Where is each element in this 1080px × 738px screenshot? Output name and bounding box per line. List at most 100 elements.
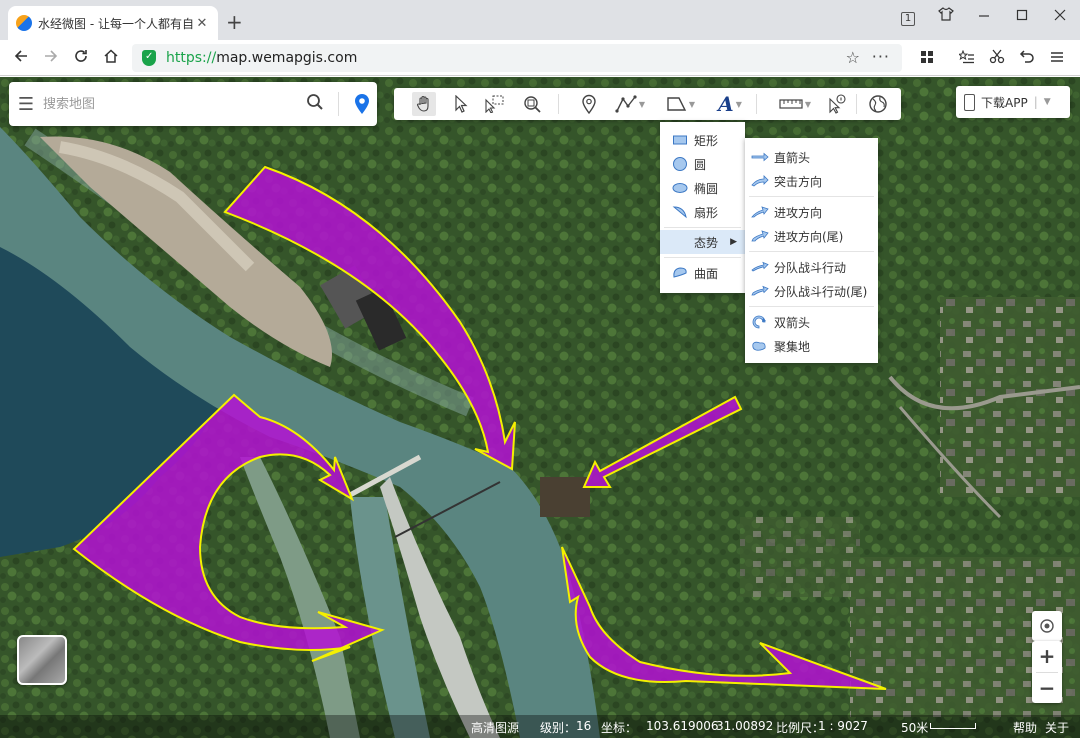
imagery-source[interactable]: 高清图源	[471, 719, 519, 736]
submenu-item-straight-arrow[interactable]: 直箭头	[745, 145, 878, 169]
select-pointer-icon[interactable]	[450, 92, 472, 116]
draw-polygon-icon[interactable]: ▼	[660, 92, 700, 116]
download-app-button[interactable]: 下载APP | ▼	[956, 86, 1070, 118]
submenu-item-squad-action-tail[interactable]: 分队战斗行动(尾)	[745, 279, 878, 303]
zoom-level-value: 16	[576, 719, 592, 733]
zoom-magnifier-icon[interactable]	[520, 92, 544, 116]
tab-count-button[interactable]: 1	[894, 6, 922, 28]
search-icon[interactable]	[300, 93, 330, 116]
submenu-item-assault-direction[interactable]: 突击方向	[745, 169, 878, 193]
submenu-item-label: 双箭头	[774, 315, 811, 330]
map-toolbar: ▼ ▼ A ▼ ▼	[394, 88, 901, 120]
basemap-switcher-thumbnail[interactable]	[17, 635, 67, 685]
help-link[interactable]: 帮助	[1013, 719, 1037, 736]
curved-surface-icon	[672, 266, 690, 280]
toolbar-divider	[756, 94, 757, 114]
url-scheme: https://	[166, 50, 217, 66]
measure-ruler-icon[interactable]: ▼	[774, 92, 816, 116]
tab-close-icon[interactable]: ✕	[194, 16, 210, 31]
phone-icon	[964, 93, 975, 111]
submenu-item-attack-direction[interactable]: 进攻方向	[745, 200, 878, 224]
menu-item-label: 矩形	[694, 133, 719, 148]
pan-hand-icon[interactable]	[412, 92, 436, 116]
situation-plot-layer	[72, 165, 887, 690]
menu-item-curved-surface[interactable]: 曲面	[660, 261, 745, 285]
menu-divider	[749, 196, 874, 197]
double-hook-arrow-west[interactable]	[72, 393, 385, 662]
situation-submenu: 直箭头 突击方向 进攻方向 进攻方向(尾) 分队战斗行动 分队战斗行动(尾) 双…	[745, 138, 878, 363]
longitude-value: 103.619006	[646, 719, 719, 733]
undo-icon[interactable]	[1016, 48, 1038, 70]
map-view[interactable]: ☰ ▼ ▼ A▼	[0, 77, 1080, 738]
toolbar-divider	[558, 94, 559, 114]
minimize-button[interactable]	[970, 6, 998, 28]
favorites-list-icon[interactable]	[956, 48, 978, 70]
menu-item-ellipse[interactable]: 椭圆	[660, 176, 745, 200]
submenu-item-squad-action[interactable]: 分队战斗行动	[745, 255, 878, 279]
zoom-in-button[interactable]: +	[1032, 641, 1062, 672]
submenu-item-label: 直箭头	[774, 150, 811, 165]
forward-button[interactable]	[40, 48, 62, 70]
submenu-item-label: 进攻方向	[774, 205, 823, 220]
location-pin-icon[interactable]	[347, 93, 377, 115]
hamburger-menu-icon[interactable]	[1046, 48, 1068, 70]
zoom-control: + −	[1032, 641, 1062, 703]
more-dots-icon[interactable]: ···	[872, 47, 890, 66]
zoom-out-button[interactable]: −	[1032, 673, 1062, 704]
squad-action-icon	[751, 261, 771, 273]
draw-polyline-icon[interactable]: ▼	[612, 92, 648, 116]
menu-item-label: 圆	[694, 157, 707, 172]
submenu-item-assembly-area[interactable]: 聚集地	[745, 334, 878, 358]
locate-me-button[interactable]	[1032, 611, 1062, 641]
search-divider	[338, 92, 339, 116]
menu-item-situation[interactable]: 态势 ▶	[660, 230, 745, 254]
shirt-skin-icon[interactable]	[932, 6, 960, 28]
screenshot-scissors-icon[interactable]	[986, 48, 1008, 70]
back-button[interactable]	[10, 48, 32, 70]
menu-divider	[664, 257, 741, 258]
download-divider: |	[1033, 95, 1038, 109]
straight-arrow-east[interactable]	[582, 395, 743, 488]
menu-item-sector[interactable]: 扇形	[660, 200, 745, 224]
scale-label: 比例尺：	[776, 721, 825, 735]
submenu-item-double-arrow[interactable]: 双箭头	[745, 310, 878, 334]
scale-bar	[930, 723, 976, 729]
url-host: map.wemapgis.com	[216, 50, 358, 66]
ellipse-icon	[672, 182, 690, 194]
text-label-icon[interactable]: A ▼	[712, 92, 748, 116]
straight-arrow-icon	[751, 152, 771, 162]
polygon-shape-menu: 矩形 圆 椭圆 扇形 态势 ▶ 曲面	[660, 122, 745, 293]
reload-button[interactable]	[70, 48, 92, 70]
home-button[interactable]	[100, 48, 122, 70]
menu-list-icon[interactable]: ☰	[9, 94, 43, 115]
place-marker-icon[interactable]	[578, 92, 600, 116]
scale-bar-label: 50米	[901, 721, 929, 735]
chevron-down-icon[interactable]: ▼	[1044, 97, 1051, 107]
search-panel: ☰	[9, 82, 377, 126]
menu-item-rectangle[interactable]: 矩形	[660, 128, 745, 152]
site-favicon-icon	[16, 15, 32, 31]
download-app-label: 下载APP	[981, 95, 1028, 110]
close-window-button[interactable]	[1046, 6, 1074, 28]
submenu-item-attack-direction-tail[interactable]: 进攻方向(尾)	[745, 224, 878, 248]
about-link[interactable]: 关于	[1045, 719, 1069, 736]
curved-attack-arrow-southeast[interactable]	[561, 546, 887, 690]
maximize-button[interactable]	[1008, 6, 1036, 28]
menu-divider	[749, 306, 874, 307]
menu-item-label: 态势	[694, 235, 719, 250]
new-tab-button[interactable]: +	[226, 12, 243, 32]
map-status-bar: 高清图源 级别： 16 坐标： 103.619006 31.00892 比例尺：…	[0, 715, 1080, 738]
browser-tab-bar: 水经微图 - 让每一个人都有自 ✕ + 1	[0, 0, 1080, 40]
bookmark-star-icon[interactable]: ☆	[846, 48, 860, 67]
submenu-item-label: 进攻方向(尾)	[774, 229, 844, 244]
menu-item-circle[interactable]: 圆	[660, 152, 745, 176]
browser-tab[interactable]: 水经微图 - 让每一个人都有自 ✕	[8, 6, 218, 40]
globe-icon[interactable]	[866, 92, 890, 116]
box-select-icon[interactable]	[482, 92, 506, 116]
url-bar[interactable]: https:// map.wemapgis.com ☆ ···	[132, 44, 902, 72]
info-query-icon[interactable]	[826, 92, 848, 116]
coordinate-label: 坐标：	[601, 721, 638, 735]
search-input[interactable]	[43, 89, 300, 119]
apps-grid-icon[interactable]	[916, 48, 938, 70]
submenu-item-label: 分队战斗行动	[774, 260, 847, 275]
